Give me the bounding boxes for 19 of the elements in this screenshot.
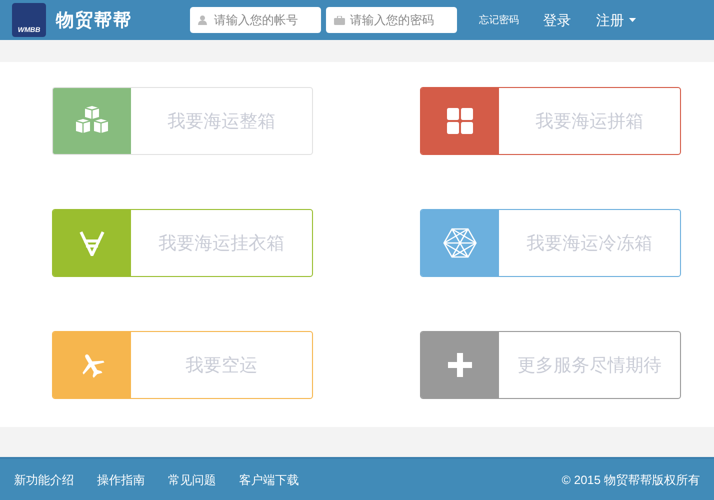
user-icon <box>198 15 207 25</box>
brand-name: 物贸帮帮 <box>56 8 132 32</box>
copyright-text: © 2015 物贸帮帮版权所有 <box>562 472 700 488</box>
footer-link[interactable]: 操作指南 <box>97 470 145 488</box>
footer-link[interactable]: 客户端下载 <box>239 470 299 488</box>
cubes-icon <box>74 106 110 136</box>
forgot-password-link[interactable]: 忘记密码 <box>479 12 519 28</box>
account-field[interactable]: 请输入您的帐号 <box>190 7 321 33</box>
plus-icon <box>448 353 472 377</box>
password-field[interactable]: 请输入您的密码 <box>326 7 457 33</box>
login-link[interactable]: 登录 <box>543 10 571 30</box>
footer-link[interactable]: 新功能介绍 <box>14 470 74 488</box>
briefcase-icon <box>334 16 345 25</box>
footer-link[interactable]: 常见问题 <box>168 470 216 488</box>
hexagon-icon <box>443 228 477 258</box>
v-sign-icon <box>79 230 105 256</box>
grid-icon <box>447 108 473 134</box>
caret-icon <box>629 18 636 22</box>
register-menu[interactable]: 注册 <box>596 10 636 30</box>
